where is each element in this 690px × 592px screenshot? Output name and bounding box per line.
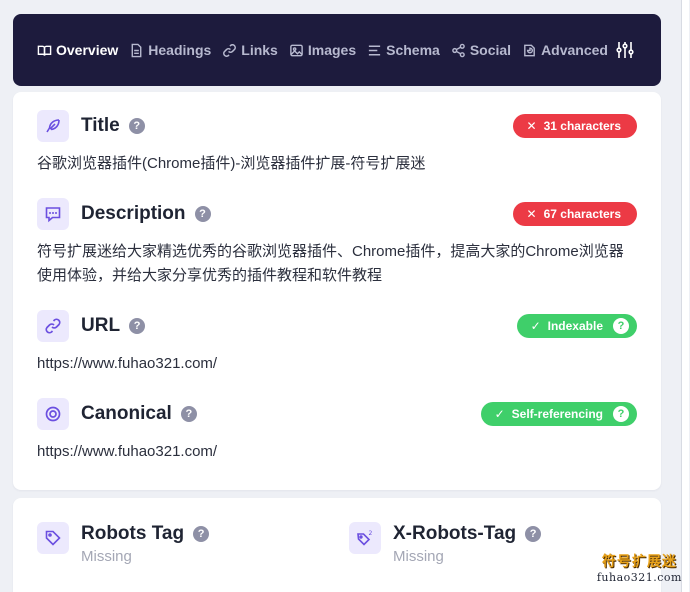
- url-icon-box: [37, 310, 69, 342]
- check-icon: ✓: [494, 407, 505, 421]
- badge-label: Self-referencing: [511, 407, 603, 421]
- x-icon: ✕: [526, 207, 537, 221]
- watermark-title: 符号扩展迷: [601, 554, 677, 570]
- section-title: Canonical: [81, 403, 172, 424]
- overview-card: Title ? ✕ 31 characters 谷歌浏览器插件(Chrome插件…: [13, 92, 661, 490]
- canonical-section: Canonical ? ✓ Self-referencing ? https:/…: [37, 398, 637, 464]
- nav-tab-links[interactable]: Links: [222, 42, 278, 58]
- title-icon-box: [37, 110, 69, 142]
- url-section: URL ? ✓ Indexable ? https://www.fuhao321…: [37, 310, 637, 376]
- help-icon[interactable]: ?: [525, 526, 542, 542]
- indexable-badge: ✓ Indexable ?: [516, 314, 637, 338]
- nav-tab-label: Advanced: [541, 42, 608, 58]
- nav-tab-label: Overview: [56, 42, 119, 58]
- url-value: https://www.fuhao321.com/: [37, 355, 218, 372]
- nav-tab-overview[interactable]: Overview: [37, 42, 118, 58]
- x-robots-tag-value: Missing: [393, 548, 444, 565]
- pie-chart-icon: [524, 44, 535, 56]
- scrollbar-thumb[interactable]: [681, 0, 689, 592]
- tag-squared-icon: 2: [357, 530, 373, 546]
- help-icon[interactable]: ?: [613, 318, 629, 334]
- section-title: Description: [81, 203, 186, 224]
- canonical-icon-box: [37, 398, 69, 430]
- section-title: Robots Tag: [81, 523, 185, 544]
- nav-tab-label: Schema: [386, 42, 440, 58]
- message-icon: [45, 207, 61, 223]
- robots-tag-value: Missing: [81, 548, 132, 565]
- x-icon: ✕: [526, 119, 537, 133]
- link-icon: [223, 43, 237, 57]
- check-icon: ✓: [530, 319, 541, 333]
- help-icon[interactable]: ?: [194, 206, 211, 222]
- help-icon[interactable]: ?: [180, 406, 197, 422]
- nav-tab-advanced[interactable]: Advanced: [522, 42, 608, 58]
- x-robots-icon-box: 2: [349, 522, 381, 554]
- nav-tab-label: Social: [469, 42, 512, 58]
- description-value: 符号扩展迷给大家精选优秀的谷歌浏览器插件、Chrome插件，提高大家的Chrom…: [37, 243, 624, 284]
- nav-tab-schema[interactable]: Schema: [367, 42, 440, 58]
- svg-text:2: 2: [369, 530, 373, 537]
- list-icon: [368, 45, 381, 55]
- description-length-badge: ✕ 67 characters: [512, 202, 637, 226]
- title-length-badge: ✕ 31 characters: [512, 114, 637, 138]
- book-open-icon: [37, 45, 52, 56]
- nav-tab-label: Headings: [148, 42, 212, 58]
- title-value: 谷歌浏览器插件(Chrome插件)-浏览器插件扩展-符号扩展迷: [37, 155, 426, 172]
- self-referencing-badge: ✓ Self-referencing ?: [480, 402, 637, 426]
- description-icon-box: [37, 198, 69, 230]
- watermark-url: fuhao321.com: [596, 571, 682, 584]
- badge-label: 31 characters: [543, 119, 621, 133]
- description-section: Description ? ✕ 67 characters 符号扩展迷给大家精选…: [37, 198, 637, 288]
- nav-tab-label: Images: [307, 42, 357, 58]
- title-section: Title ? ✕ 31 characters 谷歌浏览器插件(Chrome插件…: [37, 110, 637, 176]
- scrollbar-track[interactable]: [680, 0, 690, 592]
- canonical-value: https://www.fuhao321.com/: [37, 443, 218, 460]
- section-title: Title: [81, 115, 120, 136]
- robots-icon-box: [37, 522, 69, 554]
- link-icon: [45, 318, 61, 334]
- badge-label: Indexable: [547, 319, 603, 333]
- tag-icon: [45, 530, 61, 546]
- nav-tab-images[interactable]: Images: [289, 42, 356, 58]
- help-icon[interactable]: ?: [613, 406, 629, 422]
- image-icon: [290, 44, 303, 56]
- help-icon[interactable]: ?: [128, 118, 145, 134]
- nav-tab-label: Links: [241, 42, 278, 58]
- section-title: X-Robots-Tag: [393, 523, 517, 544]
- target-icon: [45, 406, 61, 422]
- sliders-icon[interactable]: [615, 40, 635, 60]
- section-title: URL: [81, 315, 121, 336]
- feather-icon: [46, 119, 60, 133]
- badge-label: 67 characters: [543, 207, 621, 221]
- nav-tab-headings[interactable]: Headings: [129, 42, 211, 58]
- x-robots-tag-block: 2 X-Robots-Tag ? Missing: [349, 522, 542, 565]
- help-icon[interactable]: ?: [129, 318, 146, 334]
- robots-card: Robots Tag ? Missing 2 X-Robots-Tag ? Mi…: [13, 498, 661, 592]
- nav-tab-social[interactable]: Social: [451, 42, 511, 58]
- watermark: 符号扩展迷 fuhao321.com: [597, 551, 682, 584]
- robots-tag-block: Robots Tag ? Missing: [37, 522, 210, 565]
- document-icon: [131, 43, 142, 57]
- top-nav: Overview Headings Links Images Schema So…: [13, 14, 661, 86]
- share-icon: [451, 43, 465, 57]
- help-icon[interactable]: ?: [193, 526, 210, 542]
